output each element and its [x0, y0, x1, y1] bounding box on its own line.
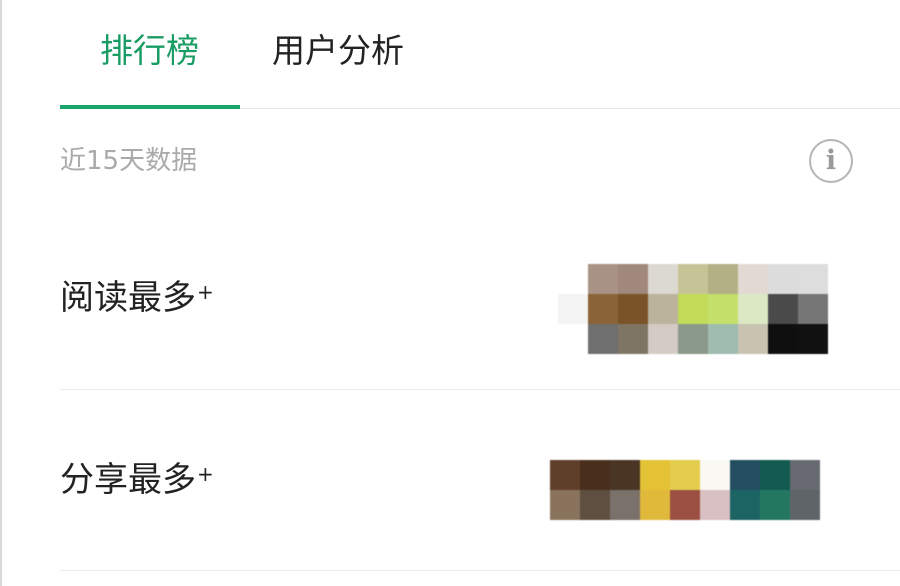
tab-ranking[interactable]: 排行榜 [100, 26, 199, 76]
ranking-row-most-read[interactable]: 阅读最多+ [60, 210, 900, 390]
pixelated-thumbnail [550, 460, 820, 520]
ranking-label: 阅读最多+ [60, 278, 214, 318]
left-edge-divider [0, 0, 2, 586]
plus-suffix: + [197, 280, 214, 304]
data-range-label: 近15天数据 [60, 146, 198, 176]
ranking-label: 分享最多+ [60, 460, 214, 500]
pixelated-thumbnail [558, 264, 828, 354]
info-icon[interactable]: i [809, 139, 853, 183]
tab-bar: 排行榜 用户分析 [60, 0, 900, 109]
tab-user-analysis[interactable]: 用户分析 [272, 26, 404, 76]
ranking-row-most-shared[interactable]: 分享最多+ [60, 390, 900, 571]
plus-suffix: + [197, 462, 214, 486]
active-tab-indicator [60, 105, 240, 109]
